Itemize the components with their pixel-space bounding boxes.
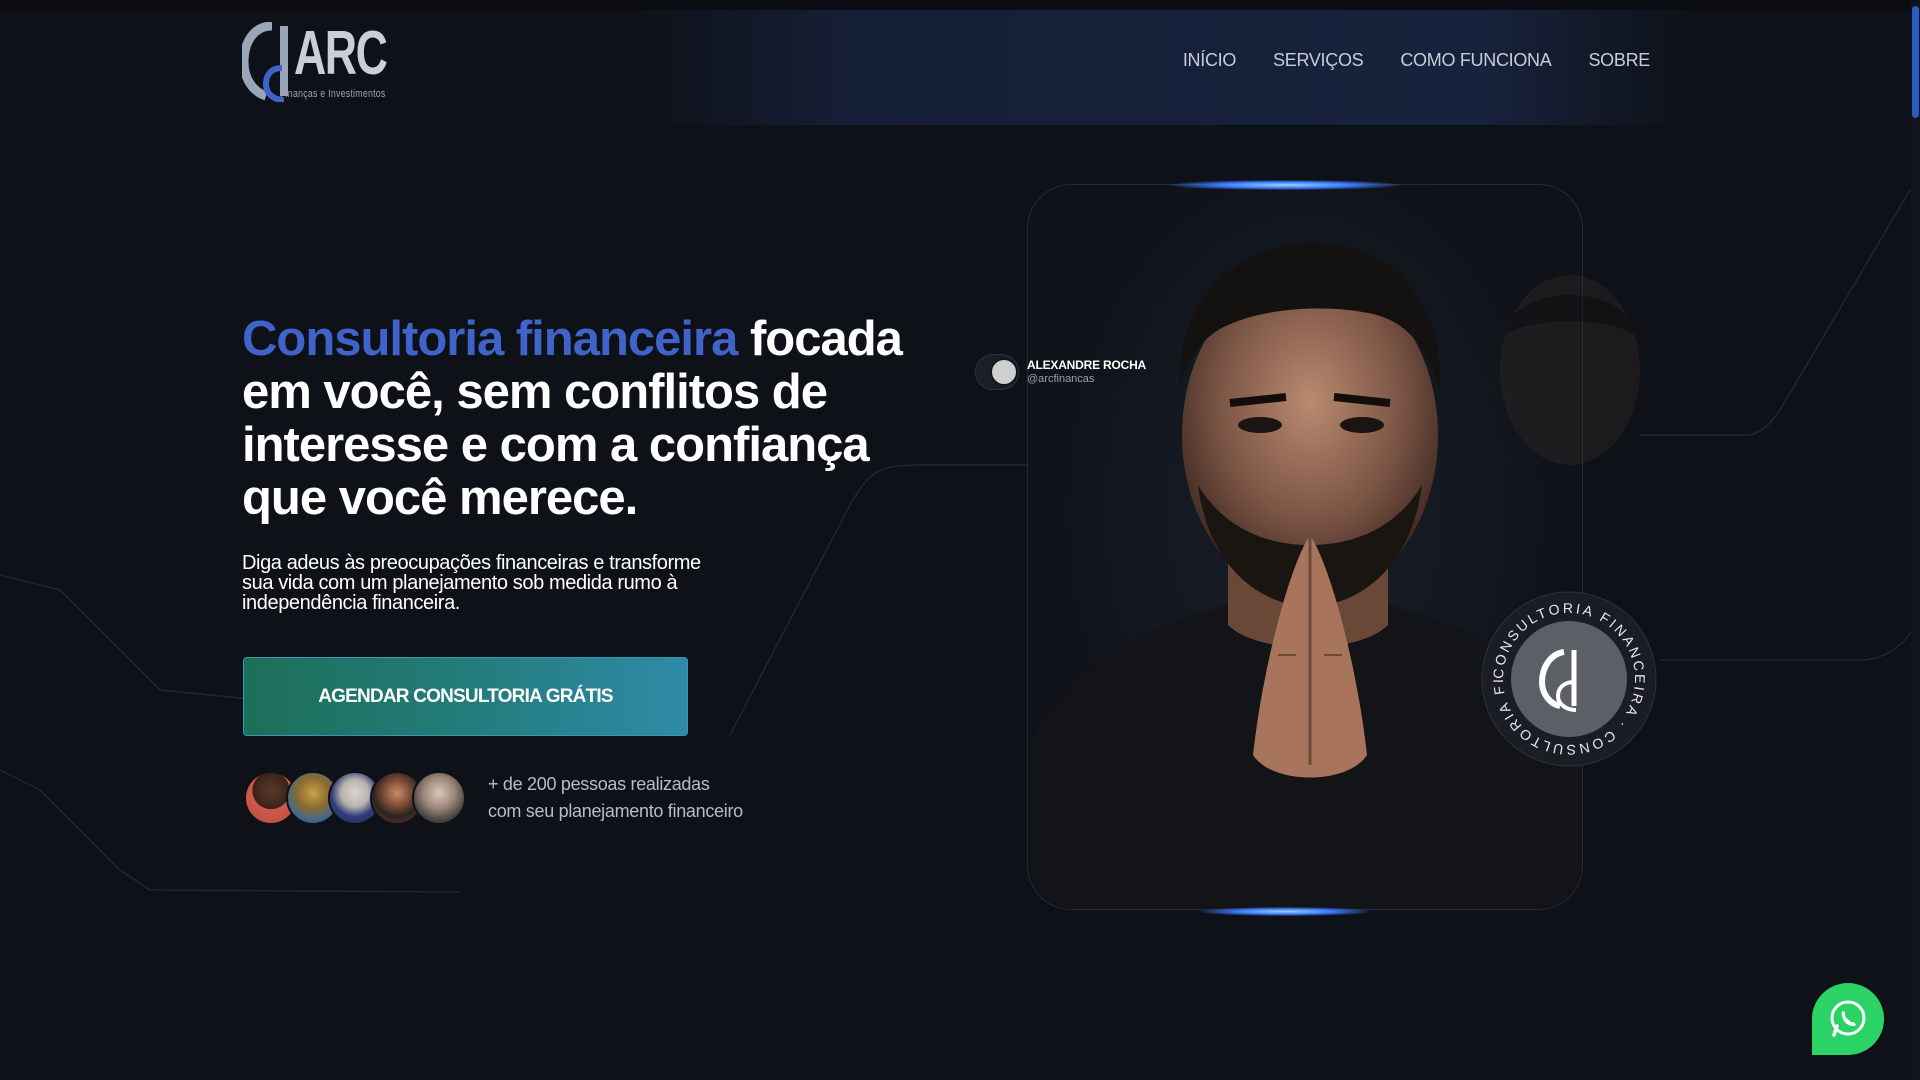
whatsapp-icon [1830,1000,1866,1037]
avatar [412,771,466,825]
hero-title: Consultoria financeira focada em você, s… [242,313,942,525]
client-avatars [244,771,474,827]
social-proof-line-2: com seu planejamento financeiro [488,801,743,821]
ghost-portrait [1500,275,1640,465]
background-lines [0,189,1920,893]
main-nav: INÍCIO SERVIÇOS COMO FUNCIONA SOBRE [1183,50,1650,71]
hero-title-accent: Consultoria financeira [242,312,738,366]
nav-item-como-funciona[interactable]: COMO FUNCIONA [1400,50,1551,71]
social-proof-line-1: + de 200 pessoas realizadas [488,774,710,794]
avatar [975,354,1019,390]
scrollbar-track[interactable] [1911,0,1920,1080]
brand-logo[interactable]: ARC Finanças e Investimentos [242,22,392,102]
nav-item-servicos[interactable]: SERVIÇOS [1273,50,1364,71]
scrollbar-thumb[interactable] [1912,6,1919,118]
whatsapp-button[interactable] [1812,983,1884,1055]
card-glow-top [1170,180,1400,190]
brand-name: ARC [294,19,388,88]
nav-item-sobre[interactable]: SOBRE [1588,50,1650,71]
brand-tagline: Finanças e Investimentos [280,88,386,100]
profile-name: ALEXANDRE ROCHA [1027,358,1147,372]
social-proof-text: + de 200 pessoas realizadas com seu plan… [488,771,743,825]
hero-subtitle: Diga adeus às preocupações financeiras e… [242,552,701,614]
profile-tag[interactable]: ALEXANDRE ROCHA @arcfinancas [975,352,1175,392]
schedule-consultation-button[interactable]: AGENDAR CONSULTORIA GRÁTIS [243,657,688,736]
profile-handle: @arcfinancas [1027,373,1095,385]
cta-label: AGENDAR CONSULTORIA GRÁTIS [318,685,613,707]
card-glow-bottom [1200,907,1370,916]
nav-item-inicio[interactable]: INÍCIO [1183,50,1237,71]
consultoria-badge: CONSULTORIA FINANCEIRA · CONSULTORIA FIN… [1480,590,1657,767]
